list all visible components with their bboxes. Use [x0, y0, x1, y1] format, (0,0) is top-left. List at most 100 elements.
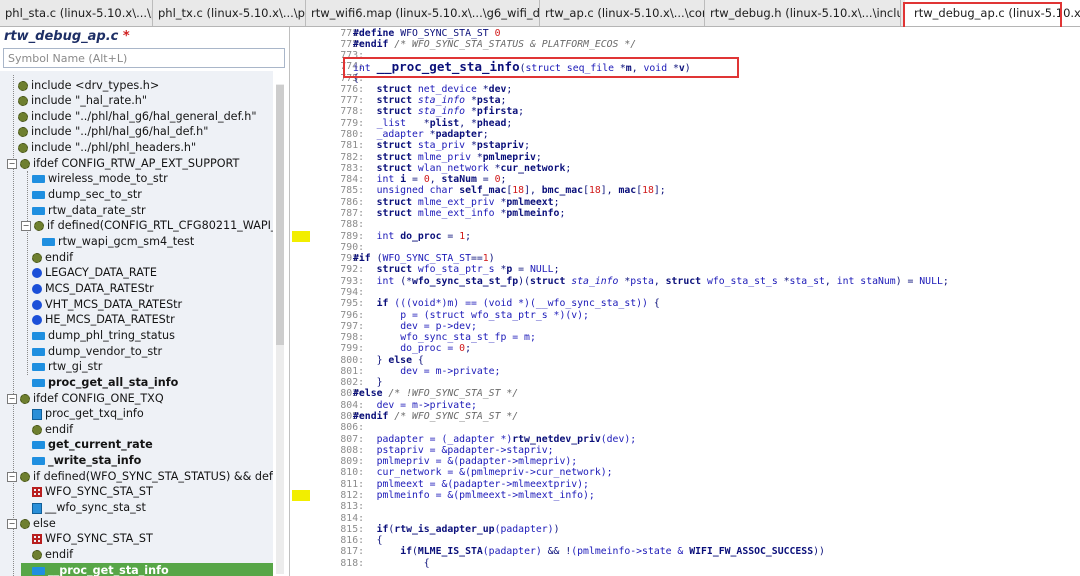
gear-icon: [18, 96, 28, 107]
tree-item-label: dump_vendor_to_str: [48, 344, 163, 358]
code-text: struct mlme_ext_info *pmlmeinfo;: [376, 207, 566, 219]
tab-rtw-ap-c[interactable]: rtw_ap.c (linux-5.10.x\...\core): [540, 0, 705, 26]
code-text: struct sta_info *pfirsta;: [376, 106, 525, 118]
tree-item-label: rtw_gi_str: [48, 360, 103, 374]
modified-marker: *: [122, 29, 130, 44]
code-line: 791: #if (WFO_SYNC_STA_ST==1): [290, 253, 1080, 264]
tree-item[interactable]: endif: [21, 547, 73, 563]
code-text: #endif /* WFO_SYNC_STA_ST */: [353, 411, 519, 423]
tree-item[interactable]: include <drv_types.h>: [7, 78, 159, 94]
code-text: } else {: [353, 354, 424, 366]
tree-item[interactable]: − else: [7, 516, 56, 532]
tab-rtw-wifi6-map[interactable]: rtw_wifi6.map (linux-5.10.x\...\g6_wifi_…: [306, 0, 540, 26]
function-icon: [32, 331, 45, 340]
symbol-search-input[interactable]: [3, 48, 285, 68]
tree-item[interactable]: _write_sta_info: [21, 453, 141, 469]
code-text: int (*wfo_sync_sta_st_fp)(struct sta_inf…: [376, 275, 949, 287]
code-line: 771: #define WFO_SYNC_STA_ST 0: [290, 28, 1080, 39]
tree-item[interactable]: proc_get_all_sta_info: [21, 375, 178, 391]
code-text: padapter = (_adapter *)rtw_netdev_priv(d…: [376, 433, 637, 445]
code-line: 782: struct mlme_priv *pmlmepriv;: [290, 152, 1080, 163]
code-line: 798: wfo_sync_sta_st_fp = m;: [290, 332, 1080, 343]
code-line: 806:: [290, 422, 1080, 433]
tree-item-label: include "../phl/phl_headers.h": [31, 141, 197, 155]
tree-item[interactable]: proc_get_txq_info: [21, 406, 144, 422]
code-text: {: [353, 557, 430, 569]
code-editor[interactable]: 771: #define WFO_SYNC_STA_ST 0 772: #endif …: [290, 27, 1080, 576]
tree-item-label: MCS_DATA_RATEStr: [45, 281, 154, 295]
tree-item[interactable]: include "_hal_rate.h": [7, 93, 147, 109]
tree-item[interactable]: dump_sec_to_str: [21, 187, 142, 203]
tree-item[interactable]: include "../phl/hal_g6/hal_general_def.h…: [7, 109, 257, 125]
tree-item-label: rtw_wapi_gcm_sm4_test: [58, 235, 195, 248]
tree-item[interactable]: include "../phl/hal_g6/hal_def.h": [7, 124, 208, 140]
code-text: _adapter *padapter;: [376, 129, 489, 141]
code-line: 817: if(MLME_IS_STA(padapter) && !(pmlme…: [290, 546, 1080, 557]
function-icon: [32, 206, 45, 215]
tree-item[interactable]: endif: [21, 250, 73, 266]
code-text: pmlmeinfo = &(pmlmeext->mlmext_info);: [376, 489, 595, 501]
tree-item[interactable]: rtw_data_rate_str: [21, 203, 146, 219]
code-text: #define WFO_SYNC_STA_ST 0: [353, 27, 501, 39]
tree-item[interactable]: − if defined(CONFIG_RTL_CFG80211_WAPI_SUP…: [21, 218, 273, 234]
tree-item[interactable]: WFO_SYNC_STA_ST: [21, 531, 153, 547]
code-text: do_proc = 0;: [400, 343, 471, 355]
globe-icon: [32, 268, 42, 279]
tree-item[interactable]: VHT_MCS_DATA_RATEStr: [21, 297, 182, 313]
tree-item[interactable]: rtw_wapi_gcm_sm4_test: [31, 234, 194, 250]
tree-item[interactable]: HE_MCS_DATA_RATEStr: [21, 312, 175, 328]
tree-item[interactable]: wireless_mode_to_str: [21, 171, 168, 187]
tree-item[interactable]: LEGACY_DATA_RATE: [21, 265, 157, 281]
code-line: 772: #endif /* WFO_SYNC_STA_STATUS & PLAT…: [290, 39, 1080, 50]
tree-item[interactable]: get_current_rate: [21, 437, 153, 453]
symbol-tree-scrollbar-thumb[interactable]: [276, 85, 284, 345]
tree-item-label: include <drv_types.h>: [31, 78, 160, 92]
tree-item-label: HE_MCS_DATA_RATEStr: [45, 313, 175, 327]
tab-rtw-debug-ap-c[interactable]: rtw_debug_ap.c (linux-5.10.x\...\co: [905, 0, 1080, 26]
code-text: if(MLME_IS_STA(padapter) && !(pmlmeinfo-…: [400, 546, 825, 558]
line-number: 790:: [340, 241, 364, 253]
gear-icon: [20, 471, 30, 482]
tree-item[interactable]: dump_phl_tring_status: [21, 328, 175, 344]
tree-expander-icon[interactable]: −: [7, 471, 17, 482]
code-text: #else /* !WFO_SYNC_STA_ST */: [353, 388, 519, 400]
code-text: struct sta_priv *pstapriv;: [376, 140, 530, 152]
tree-item[interactable]: − if defined(WFO_SYNC_STA_STATUS) && defi…: [7, 469, 273, 485]
tree-expander-icon[interactable]: −: [7, 393, 17, 404]
tab-phl-sta-c[interactable]: phl_sta.c (linux-5.10.x\...\phl): [0, 0, 153, 26]
tree-item-label: proc_get_all_sta_info: [48, 375, 179, 389]
tree-item[interactable]: dump_vendor_to_str: [21, 344, 162, 360]
tree-expander-icon[interactable]: −: [7, 158, 17, 169]
tree-item-label: else: [33, 516, 56, 530]
tree-item[interactable]: endif: [21, 422, 73, 438]
tree-item[interactable]: rtw_gi_str: [21, 359, 102, 375]
tree-item[interactable]: − ifdef CONFIG_ONE_TXQ: [7, 391, 164, 407]
hash-icon: [32, 534, 42, 545]
tree-item-label: _write_sta_info: [48, 454, 142, 468]
tree-expander-icon[interactable]: −: [7, 518, 17, 529]
tree-item[interactable]: __wfo_sync_sta_st: [21, 500, 146, 516]
tree-item[interactable]: MCS_DATA_RATEStr: [21, 281, 154, 297]
tab-phl-tx-c[interactable]: phl_tx.c (linux-5.10.x\...\phl): [153, 0, 306, 26]
tree-item[interactable]: WFO_SYNC_STA_ST: [21, 484, 153, 500]
tree-item[interactable]: − ifdef CONFIG_RTW_AP_EXT_SUPPORT: [7, 156, 239, 172]
code-line: 781: struct sta_priv *pstapriv;: [290, 140, 1080, 151]
editor-tab-bar: phl_sta.c (linux-5.10.x\...\phl) phl_tx.…: [0, 0, 1080, 27]
tree-item[interactable]: __proc_get_sta_info: [21, 562, 273, 576]
code-text: #if (WFO_SYNC_STA_ST==1): [353, 253, 495, 265]
code-line: 787: struct mlme_ext_info *pmlmeinfo;: [290, 208, 1080, 219]
code-line: 807: padapter = (_adapter *)rtw_netdev_p…: [290, 434, 1080, 445]
tree-item-label: ifdef CONFIG_ONE_TXQ: [33, 391, 164, 405]
code-line: 818: {: [290, 558, 1080, 569]
tree-item[interactable]: include "../phl/phl_headers.h": [7, 140, 196, 156]
tree-item-label: wireless_mode_to_str: [48, 172, 168, 186]
code-line: 788:: [290, 219, 1080, 230]
tree-item-label: endif: [45, 422, 74, 436]
code-line: 813:: [290, 501, 1080, 512]
tab-rtw-debug-h[interactable]: rtw_debug.h (linux-5.10.x\...\include): [705, 0, 901, 26]
gear-icon: [32, 550, 42, 560]
code-text: p = (struct wfo_sta_ptr_s *)(v);: [400, 309, 589, 321]
tree-expander-icon[interactable]: −: [21, 221, 31, 232]
code-line: 775:{: [290, 73, 1080, 84]
line-number: 794:: [340, 286, 364, 298]
